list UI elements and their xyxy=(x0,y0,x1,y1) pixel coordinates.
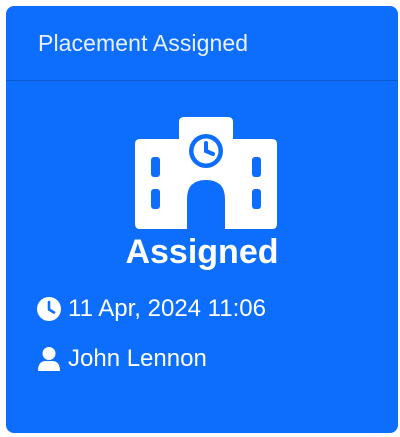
card-header-title: Placement Assigned xyxy=(38,29,249,56)
status-label: Assigned xyxy=(125,233,279,271)
clock-icon xyxy=(37,297,61,321)
assigned-date: 11 Apr, 2024 11:06 xyxy=(68,295,266,322)
assigned-user-row: John Lennon xyxy=(36,344,207,374)
assigned-user: John Lennon xyxy=(68,345,207,372)
user-icon xyxy=(38,347,60,371)
assigned-date-row: 11 Apr, 2024 11:06 xyxy=(36,294,266,324)
card-header: Placement Assigned xyxy=(6,6,398,81)
school-icon xyxy=(135,117,277,229)
placement-card: Placement Assigned Assigned 11 Apr, 2024… xyxy=(6,6,398,433)
